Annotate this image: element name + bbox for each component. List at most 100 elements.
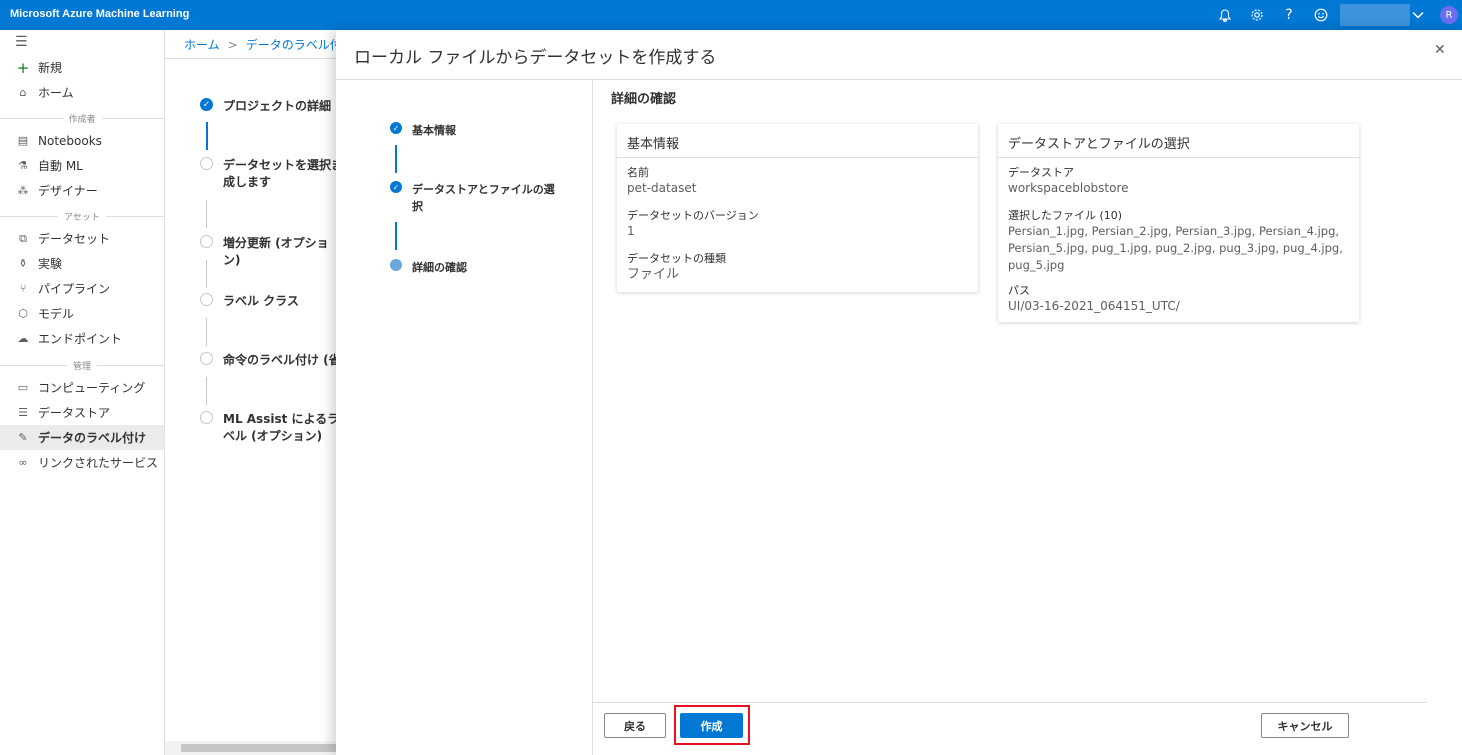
type-label: データセットの種類 — [627, 252, 726, 265]
step-circle-icon — [200, 293, 213, 306]
monitor-icon: ▭ — [17, 381, 29, 394]
sidebar-item-pipelines[interactable]: ⑂ パイプライン — [0, 276, 164, 301]
sidebar-item-notebooks[interactable]: ▤ Notebooks — [0, 128, 164, 153]
highlight-box — [674, 705, 750, 745]
sidebar-item-endpoints[interactable]: ☁ エンドポイント — [0, 326, 164, 351]
path-value: UI/03-16-2021_064151_UTC/ — [1008, 299, 1180, 313]
datastore-label: データストア — [1008, 166, 1074, 179]
cloud-endpoint-icon: ☁ — [17, 332, 29, 345]
create-dataset-panel: ローカル ファイルからデータセットを作成する ✕ ✓ 基本情報 ✓ データストア… — [336, 30, 1462, 755]
divider — [336, 79, 1462, 80]
sidebar-item-label: リンクされたサービス — [38, 456, 159, 470]
horizontal-scrollbar[interactable] — [165, 741, 340, 755]
sidebar-item-experiments[interactable]: ⚱ 実験 — [0, 251, 164, 276]
breadcrumb-separator: > — [227, 38, 238, 52]
step-circle-icon — [200, 157, 213, 170]
avatar[interactable]: R — [1440, 6, 1458, 24]
gear-icon[interactable] — [1247, 5, 1267, 25]
sidebar-item-label: 自動 ML — [38, 159, 83, 173]
section-assets: アセット — [0, 210, 165, 223]
step-circle-icon — [200, 352, 213, 365]
files-line-2: Persian_5.jpg, pug_1.jpg, pug_2.jpg, pug… — [1008, 241, 1343, 255]
sidebar-item-automl[interactable]: ⚗ 自動 ML — [0, 153, 164, 178]
chevron-down-icon[interactable] — [1408, 5, 1428, 25]
sidebar-item-label: エンドポイント — [38, 332, 123, 346]
designer-icon: ⁂ — [17, 184, 29, 197]
bell-icon[interactable] — [1215, 5, 1235, 25]
panel-title: ローカル ファイルからデータセットを作成する — [354, 48, 717, 68]
sidebar-item-data-labeling[interactable]: ✎ データのラベル付け — [0, 425, 164, 450]
basic-info-card: 基本情報 名前 pet-dataset データセットのバージョン 1 データセッ… — [617, 124, 978, 292]
name-label: 名前 — [627, 166, 649, 179]
version-value: 1 — [627, 224, 635, 238]
sidebar-item-label: データセット — [38, 232, 111, 246]
check-icon: ✓ — [200, 98, 213, 111]
step-circle-icon — [200, 411, 213, 424]
sidebar: ☰ + 新規 ⌂ ホーム 作成者 ▤ Notebooks ⚗ 自動 ML ⁂ デ… — [0, 30, 165, 755]
divider — [592, 702, 1427, 703]
check-icon: ✓ — [390, 122, 402, 134]
sidebar-item-label: データストア — [38, 406, 111, 420]
sidebar-item-new[interactable]: + 新規 — [0, 55, 164, 80]
flask-icon: ⚱ — [18, 257, 28, 270]
path-label: パス — [1008, 284, 1030, 297]
sidebar-item-compute[interactable]: ▭ コンピューティング — [0, 375, 164, 400]
sidebar-item-models[interactable]: ⬡ モデル — [0, 301, 164, 326]
sidebar-item-label: 新規 — [38, 61, 63, 75]
step-connector — [206, 122, 208, 150]
sidebar-item-label: データのラベル付け — [38, 431, 147, 445]
step-connector — [395, 145, 397, 173]
home-icon: ⌂ — [19, 86, 27, 99]
hamburger-icon[interactable]: ☰ — [15, 34, 28, 50]
sidebar-item-linked-services[interactable]: ∞ リンクされたサービス — [0, 450, 164, 475]
datastore-files-card: データストアとファイルの選択 データストア workspaceblobstore… — [998, 124, 1359, 322]
help-icon[interactable]: ? — [1279, 5, 1299, 25]
step-connector — [206, 200, 207, 228]
link-icon: ∞ — [18, 456, 28, 469]
back-button[interactable]: 戻る — [604, 713, 666, 738]
cancel-button[interactable]: キャンセル — [1261, 713, 1349, 738]
account-name-redacted[interactable] — [1340, 4, 1410, 26]
sidebar-item-label: デザイナー — [38, 184, 98, 198]
divider — [592, 80, 593, 755]
step-connector — [206, 318, 207, 346]
sidebar-item-designer[interactable]: ⁂ デザイナー — [0, 178, 164, 203]
breadcrumb-home[interactable]: ホーム — [184, 38, 220, 52]
dataset-icon: ⧉ — [19, 231, 27, 245]
breadcrumb: ホーム > データのラベル付け — [184, 36, 354, 53]
sidebar-item-datastores[interactable]: ☰ データストア — [0, 400, 164, 425]
sidebar-item-datasets[interactable]: ⧉ データセット — [0, 226, 164, 251]
section-manage: 管理 — [0, 359, 165, 372]
smiley-icon[interactable] — [1311, 5, 1331, 25]
database-icon: ☰ — [18, 406, 28, 419]
step-connector — [395, 222, 397, 250]
sidebar-item-label: モデル — [38, 307, 75, 321]
top-bar: Microsoft Azure Machine Learning ? R — [0, 0, 1462, 30]
review-title: 詳細の確認 — [611, 92, 677, 107]
app-title[interactable]: Microsoft Azure Machine Learning — [10, 8, 189, 20]
files-line-3: pug_5.jpg — [1008, 258, 1065, 272]
close-icon[interactable]: ✕ — [1434, 42, 1446, 58]
step-connector — [206, 260, 207, 288]
sidebar-item-label: パイプライン — [38, 282, 111, 296]
version-label: データセットのバージョン — [627, 209, 759, 222]
divider — [165, 58, 340, 59]
sidebar-item-label: Notebooks — [38, 133, 102, 148]
plus-icon: + — [16, 58, 30, 77]
type-value: ファイル — [627, 267, 680, 282]
sidebar-item-label: 実験 — [38, 257, 63, 271]
cube-icon: ⬡ — [18, 307, 28, 320]
card-title: 基本情報 — [617, 124, 978, 158]
sidebar-item-label: ホーム — [38, 86, 74, 100]
check-icon: ✓ — [390, 181, 402, 193]
datastore-value: workspaceblobstore — [1008, 181, 1129, 195]
files-label: 選択したファイル (10) — [1008, 209, 1123, 222]
edit-label-icon: ✎ — [18, 431, 28, 444]
files-line-1: Persian_1.jpg, Persian_2.jpg, Persian_3.… — [1008, 224, 1340, 238]
step-connector — [206, 377, 207, 405]
sidebar-item-home[interactable]: ⌂ ホーム — [0, 80, 164, 105]
section-author: 作成者 — [0, 112, 165, 125]
current-step-icon — [390, 259, 402, 271]
card-title: データストアとファイルの選択 — [998, 124, 1359, 158]
pipeline-icon: ⑂ — [19, 282, 27, 295]
